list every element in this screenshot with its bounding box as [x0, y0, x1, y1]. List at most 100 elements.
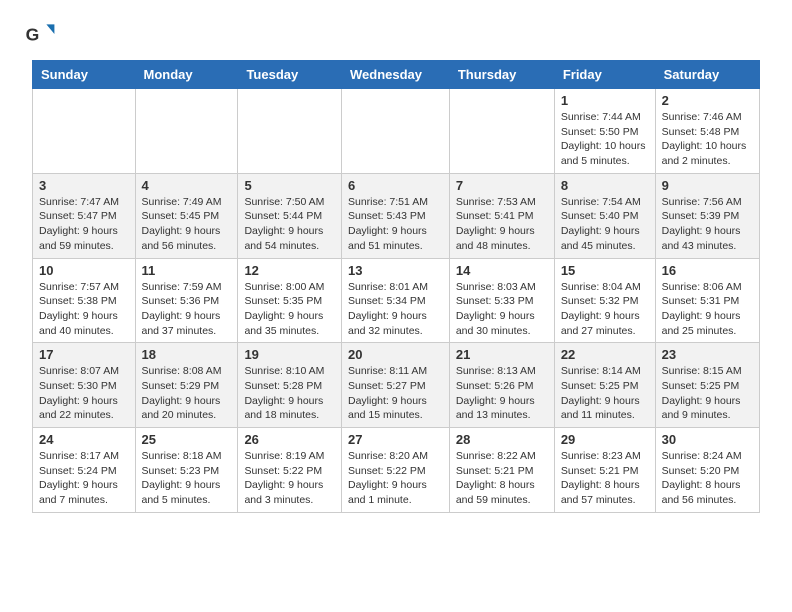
calendar-week-1: 1 Sunrise: 7:44 AMSunset: 5:50 PMDaylight… [33, 89, 760, 174]
calendar-cell [449, 89, 554, 174]
calendar-cell: 29 Sunrise: 8:23 AMSunset: 5:21 PMDayligh… [554, 428, 655, 513]
day-info: Sunrise: 8:03 AMSunset: 5:33 PMDaylight:… [456, 280, 548, 339]
logo: G [24, 18, 60, 50]
day-number: 24 [39, 432, 129, 447]
day-number: 27 [348, 432, 443, 447]
calendar-cell: 15Sunrise: 8:04 AMSunset: 5:32 PMDayligh… [554, 258, 655, 343]
day-number: 7 [456, 178, 548, 193]
day-number: 1 [561, 93, 649, 108]
calendar-cell: 16 Sunrise: 8:06 AMSunset: 5:31 PMDayligh… [655, 258, 759, 343]
calendar-cell: 6 Sunrise: 7:51 AMSunset: 5:43 PMDaylight… [341, 173, 449, 258]
day-info: Sunrise: 8:00 AMSunset: 5:35 PMDaylight:… [244, 280, 335, 339]
day-info: Sunrise: 8:20 AMSunset: 5:22 PMDaylight:… [348, 449, 443, 508]
day-info: Sunrise: 8:15 AMSunset: 5:25 PMDaylight:… [662, 364, 753, 423]
day-info: Sunrise: 8:23 AMSunset: 5:21 PMDaylight:… [561, 449, 649, 508]
col-header-tuesday: Tuesday [238, 61, 342, 89]
calendar-cell: 12 Sunrise: 8:00 AMSunset: 5:35 PMDayligh… [238, 258, 342, 343]
calendar-cell [238, 89, 342, 174]
day-info: Sunrise: 8:06 AMSunset: 5:31 PMDaylight:… [662, 280, 753, 339]
day-info: Sunrise: 8:17 AMSunset: 5:24 PMDaylight:… [39, 449, 129, 508]
calendar-cell: 30 Sunrise: 8:24 AMSunset: 5:20 PMDayligh… [655, 428, 759, 513]
day-number: 21 [456, 347, 548, 362]
calendar-cell: 4 Sunrise: 7:49 AMSunset: 5:45 PMDaylight… [135, 173, 238, 258]
calendar-cell: 1 Sunrise: 7:44 AMSunset: 5:50 PMDaylight… [554, 89, 655, 174]
day-info: Sunrise: 8:07 AMSunset: 5:30 PMDaylight:… [39, 364, 129, 423]
calendar-week-2: 3Sunrise: 7:47 AMSunset: 5:47 PMDaylight… [33, 173, 760, 258]
day-number: 17 [39, 347, 129, 362]
col-header-saturday: Saturday [655, 61, 759, 89]
day-info: Sunrise: 7:50 AMSunset: 5:44 PMDaylight:… [244, 195, 335, 254]
day-number: 30 [662, 432, 753, 447]
day-info: Sunrise: 7:51 AMSunset: 5:43 PMDaylight:… [348, 195, 443, 254]
day-info: Sunrise: 8:24 AMSunset: 5:20 PMDaylight:… [662, 449, 753, 508]
calendar-cell: 23 Sunrise: 8:15 AMSunset: 5:25 PMDayligh… [655, 343, 759, 428]
day-number: 19 [244, 347, 335, 362]
day-number: 26 [244, 432, 335, 447]
col-header-wednesday: Wednesday [341, 61, 449, 89]
calendar-cell: 3Sunrise: 7:47 AMSunset: 5:47 PMDaylight… [33, 173, 136, 258]
day-info: Sunrise: 8:13 AMSunset: 5:26 PMDaylight:… [456, 364, 548, 423]
calendar-cell [33, 89, 136, 174]
calendar-cell: 28 Sunrise: 8:22 AMSunset: 5:21 PMDayligh… [449, 428, 554, 513]
calendar-cell: 22 Sunrise: 8:14 AMSunset: 5:25 PMDayligh… [554, 343, 655, 428]
calendar-cell: 11Sunrise: 7:59 AMSunset: 5:36 PMDayligh… [135, 258, 238, 343]
calendar-cell: 5 Sunrise: 7:50 AMSunset: 5:44 PMDaylight… [238, 173, 342, 258]
day-info: Sunrise: 8:22 AMSunset: 5:21 PMDaylight:… [456, 449, 548, 508]
calendar-cell: 27 Sunrise: 8:20 AMSunset: 5:22 PMDayligh… [341, 428, 449, 513]
day-number: 4 [142, 178, 232, 193]
page-header: G [0, 0, 792, 60]
day-info: Sunrise: 8:10 AMSunset: 5:28 PMDaylight:… [244, 364, 335, 423]
day-number: 11 [142, 263, 232, 278]
day-number: 29 [561, 432, 649, 447]
calendar-cell: 8Sunrise: 7:54 AMSunset: 5:40 PMDaylight… [554, 173, 655, 258]
day-number: 16 [662, 263, 753, 278]
day-info: Sunrise: 8:11 AMSunset: 5:27 PMDaylight:… [348, 364, 443, 423]
day-info: Sunrise: 7:57 AMSunset: 5:38 PMDaylight:… [39, 280, 129, 339]
calendar-cell: 21 Sunrise: 8:13 AMSunset: 5:26 PMDayligh… [449, 343, 554, 428]
day-info: Sunrise: 7:46 AMSunset: 5:48 PMDaylight:… [662, 110, 753, 169]
day-number: 12 [244, 263, 335, 278]
day-info: Sunrise: 7:53 AMSunset: 5:41 PMDaylight:… [456, 195, 548, 254]
col-header-thursday: Thursday [449, 61, 554, 89]
calendar-week-3: 10Sunrise: 7:57 AMSunset: 5:38 PMDayligh… [33, 258, 760, 343]
calendar-cell: 7 Sunrise: 7:53 AMSunset: 5:41 PMDaylight… [449, 173, 554, 258]
calendar-header: SundayMondayTuesdayWednesdayThursdayFrid… [33, 61, 760, 89]
calendar-cell: 18Sunrise: 8:08 AMSunset: 5:29 PMDayligh… [135, 343, 238, 428]
day-info: Sunrise: 8:01 AMSunset: 5:34 PMDaylight:… [348, 280, 443, 339]
day-info: Sunrise: 8:14 AMSunset: 5:25 PMDaylight:… [561, 364, 649, 423]
col-header-monday: Monday [135, 61, 238, 89]
calendar-cell: 14 Sunrise: 8:03 AMSunset: 5:33 PMDayligh… [449, 258, 554, 343]
day-number: 28 [456, 432, 548, 447]
day-number: 8 [561, 178, 649, 193]
calendar-cell [135, 89, 238, 174]
calendar-cell: 17 Sunrise: 8:07 AMSunset: 5:30 PMDayligh… [33, 343, 136, 428]
logo-icon: G [24, 18, 56, 50]
calendar-cell: 13Sunrise: 8:01 AMSunset: 5:34 PMDayligh… [341, 258, 449, 343]
calendar-cell: 20Sunrise: 8:11 AMSunset: 5:27 PMDayligh… [341, 343, 449, 428]
day-number: 5 [244, 178, 335, 193]
day-info: Sunrise: 8:04 AMSunset: 5:32 PMDaylight:… [561, 280, 649, 339]
calendar-cell: 26 Sunrise: 8:19 AMSunset: 5:22 PMDayligh… [238, 428, 342, 513]
day-number: 9 [662, 178, 753, 193]
calendar-week-5: 24 Sunrise: 8:17 AMSunset: 5:24 PMDayligh… [33, 428, 760, 513]
calendar-week-4: 17 Sunrise: 8:07 AMSunset: 5:30 PMDayligh… [33, 343, 760, 428]
day-number: 6 [348, 178, 443, 193]
calendar-cell [341, 89, 449, 174]
day-info: Sunrise: 7:56 AMSunset: 5:39 PMDaylight:… [662, 195, 753, 254]
calendar-container: SundayMondayTuesdayWednesdayThursdayFrid… [0, 60, 792, 529]
day-number: 3 [39, 178, 129, 193]
day-number: 14 [456, 263, 548, 278]
calendar-cell: 9 Sunrise: 7:56 AMSunset: 5:39 PMDaylight… [655, 173, 759, 258]
col-header-sunday: Sunday [33, 61, 136, 89]
day-number: 25 [142, 432, 232, 447]
day-number: 22 [561, 347, 649, 362]
day-info: Sunrise: 7:44 AMSunset: 5:50 PMDaylight:… [561, 110, 649, 169]
calendar-cell: 24 Sunrise: 8:17 AMSunset: 5:24 PMDayligh… [33, 428, 136, 513]
day-info: Sunrise: 7:49 AMSunset: 5:45 PMDaylight:… [142, 195, 232, 254]
day-info: Sunrise: 8:18 AMSunset: 5:23 PMDaylight:… [142, 449, 232, 508]
day-number: 23 [662, 347, 753, 362]
calendar-cell: 19 Sunrise: 8:10 AMSunset: 5:28 PMDayligh… [238, 343, 342, 428]
calendar-cell: 25 Sunrise: 8:18 AMSunset: 5:23 PMDayligh… [135, 428, 238, 513]
day-info: Sunrise: 8:19 AMSunset: 5:22 PMDaylight:… [244, 449, 335, 508]
day-number: 2 [662, 93, 753, 108]
